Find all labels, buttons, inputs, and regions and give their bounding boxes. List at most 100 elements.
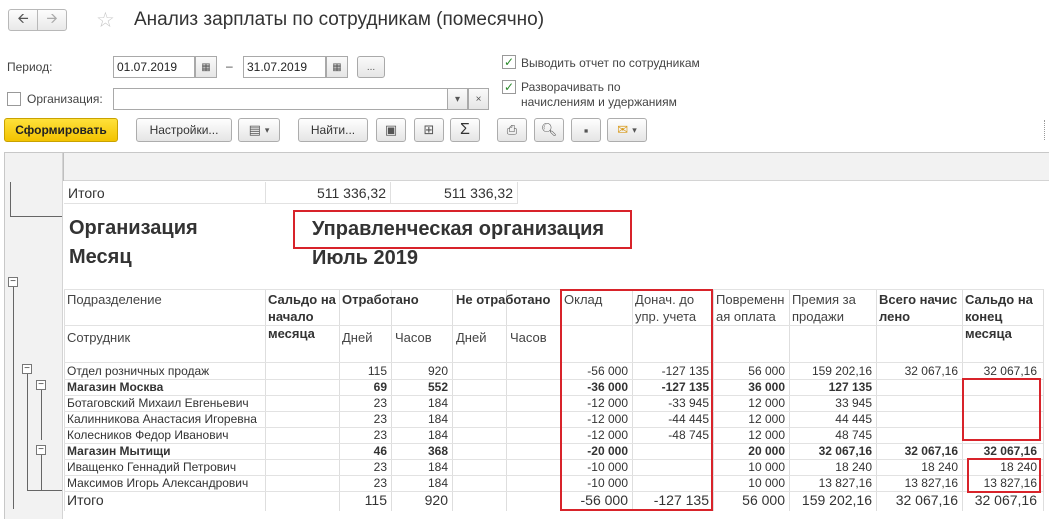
date-from-field[interactable]: 01.07.2019	[113, 56, 195, 78]
cell-bonus[interactable]: 18 240	[789, 460, 872, 474]
group-line	[10, 216, 62, 217]
settings-button[interactable]: Настройки...	[136, 118, 232, 142]
cell-hourly[interactable]: 20 000	[713, 444, 785, 458]
cell-bonus[interactable]: 44 445	[789, 412, 872, 426]
cell-bonus[interactable]: 13 827,16	[789, 476, 872, 490]
row-divider	[64, 379, 1043, 380]
save-button[interactable]: ▪	[571, 118, 601, 142]
expand-accruals-checkbox[interactable]: ✓	[502, 80, 516, 94]
cell-days[interactable]: 23	[339, 476, 387, 490]
group-line	[13, 287, 14, 509]
date-from-calendar-button[interactable]: ▦	[195, 56, 217, 78]
printer-icon: ⎙	[506, 122, 518, 137]
cell-days[interactable]: 69	[339, 380, 387, 394]
organization-dropdown-button[interactable]: ▾	[447, 88, 468, 110]
header-worked-days: Дней	[342, 330, 373, 345]
highlight-saldo-values	[967, 458, 1041, 493]
total-total: 32 067,16	[895, 492, 958, 508]
group-line	[41, 390, 42, 440]
period-dash: –	[226, 59, 233, 73]
cell-hourly[interactable]: 12 000	[713, 412, 785, 426]
column-divider	[506, 289, 507, 511]
preview-button[interactable]: 🔍︎	[534, 118, 564, 142]
row-name[interactable]: Ботаговский Михаил Евгеньевич	[67, 396, 249, 410]
row-name[interactable]: Иващенко Геннадий Петрович	[67, 460, 236, 474]
cell-hourly[interactable]: 12 000	[713, 428, 785, 442]
cell-end[interactable]: 32 067,16	[962, 444, 1037, 458]
toolbar-more-handle[interactable]	[1044, 120, 1046, 140]
cell-hours[interactable]: 184	[391, 428, 448, 442]
row-name[interactable]: Магазин Мытищи	[67, 444, 171, 458]
highlight-organization	[293, 210, 632, 249]
cell-total[interactable]: 32 067,16	[876, 444, 958, 458]
cell-hours[interactable]: 184	[391, 412, 448, 426]
cell-days[interactable]: 46	[339, 444, 387, 458]
cell-total[interactable]: 13 827,16	[876, 476, 958, 490]
collapse-toggle[interactable]: −	[22, 364, 32, 374]
cell-total[interactable]: 32 067,16	[876, 364, 958, 378]
cell-hours[interactable]: 184	[391, 460, 448, 474]
cell-days[interactable]: 23	[339, 396, 387, 410]
forward-button[interactable]: 🡪	[37, 9, 67, 31]
print-preview-icon: 🔍︎	[540, 122, 558, 137]
cell-days[interactable]: 23	[339, 428, 387, 442]
cell-bonus[interactable]: 33 945	[789, 396, 872, 410]
period-select-button[interactable]: ...	[357, 56, 385, 78]
back-button[interactable]: 🡨	[8, 9, 38, 31]
cell-hours[interactable]: 920	[391, 364, 448, 378]
cell-bonus[interactable]: 159 202,16	[789, 364, 872, 378]
collapse-toggle[interactable]: −	[36, 380, 46, 390]
highlight-saldo-empty	[962, 378, 1041, 441]
generate-button[interactable]: Сформировать	[4, 118, 118, 142]
cell-hourly[interactable]: 10 000	[713, 476, 785, 490]
header-saldo-start: Сальдо на начало месяца	[268, 292, 336, 341]
expand-accruals-label-line2: начислениям и удержаниям	[521, 95, 677, 109]
header-not-worked: Не отработано	[456, 292, 551, 307]
cell-end[interactable]: 32 067,16	[962, 364, 1037, 378]
cell-hourly[interactable]: 36 000	[713, 380, 785, 394]
cell-hours[interactable]: 184	[391, 476, 448, 490]
expand-groups-button[interactable]: ⊞	[414, 118, 444, 142]
organization-checkbox[interactable]	[7, 92, 21, 106]
cell-bonus[interactable]: 127 135	[789, 380, 872, 394]
cell-bonus[interactable]: 48 745	[789, 428, 872, 442]
cell-hours[interactable]: 552	[391, 380, 448, 394]
calendar-icon: ▦	[332, 61, 342, 73]
cell-hours[interactable]: 184	[391, 396, 448, 410]
row-name[interactable]: Колесников Федор Иванович	[67, 428, 229, 442]
sum-button[interactable]: Σ	[450, 118, 480, 142]
collapse-toggle[interactable]: −	[36, 445, 46, 455]
expand-groups-icon: ⊞	[423, 122, 435, 137]
find-button[interactable]: Найти...	[298, 118, 368, 142]
row-name[interactable]: Отдел розничных продаж	[67, 364, 209, 378]
employees-report-label: Выводить отчет по сотрудникам	[521, 56, 700, 70]
cell-hours[interactable]: 368	[391, 444, 448, 458]
cell-bonus[interactable]: 32 067,16	[789, 444, 872, 458]
organization-heading: Организация	[69, 217, 198, 239]
send-email-button[interactable]: ✉ ▾	[607, 118, 647, 142]
cell-days[interactable]: 23	[339, 412, 387, 426]
variants-button[interactable]: ▤ ▾	[238, 118, 280, 142]
header-subdivision: Подразделение	[67, 292, 162, 307]
cell-hourly[interactable]: 10 000	[713, 460, 785, 474]
star-icon[interactable]: ☆	[96, 8, 115, 33]
date-to-field[interactable]: 31.07.2019	[243, 56, 326, 78]
cell-days[interactable]: 23	[339, 460, 387, 474]
row-name[interactable]: Магазин Москва	[67, 380, 163, 394]
row-name[interactable]: Калинникова Анастасия Игоревна	[67, 412, 257, 426]
print-button[interactable]: ⎙	[497, 118, 527, 142]
cell-hourly[interactable]: 56 000	[713, 364, 785, 378]
arrow-right-icon: 🡪	[46, 10, 58, 26]
collapse-toggle[interactable]: −	[8, 277, 18, 287]
organization-clear-button[interactable]: ×	[468, 88, 489, 110]
collapse-groups-button[interactable]: ▣	[376, 118, 406, 142]
date-to-calendar-button[interactable]: ▦	[326, 56, 348, 78]
organization-field[interactable]	[113, 88, 448, 110]
total-days: 115	[364, 492, 387, 508]
cell-hourly[interactable]: 12 000	[713, 396, 785, 410]
cell-days[interactable]: 115	[339, 364, 387, 378]
row-name[interactable]: Максимов Игорь Александрович	[67, 476, 248, 490]
total-hours: 920	[424, 492, 448, 508]
employees-report-checkbox[interactable]: ✓	[502, 55, 516, 69]
cell-total[interactable]: 18 240	[876, 460, 958, 474]
